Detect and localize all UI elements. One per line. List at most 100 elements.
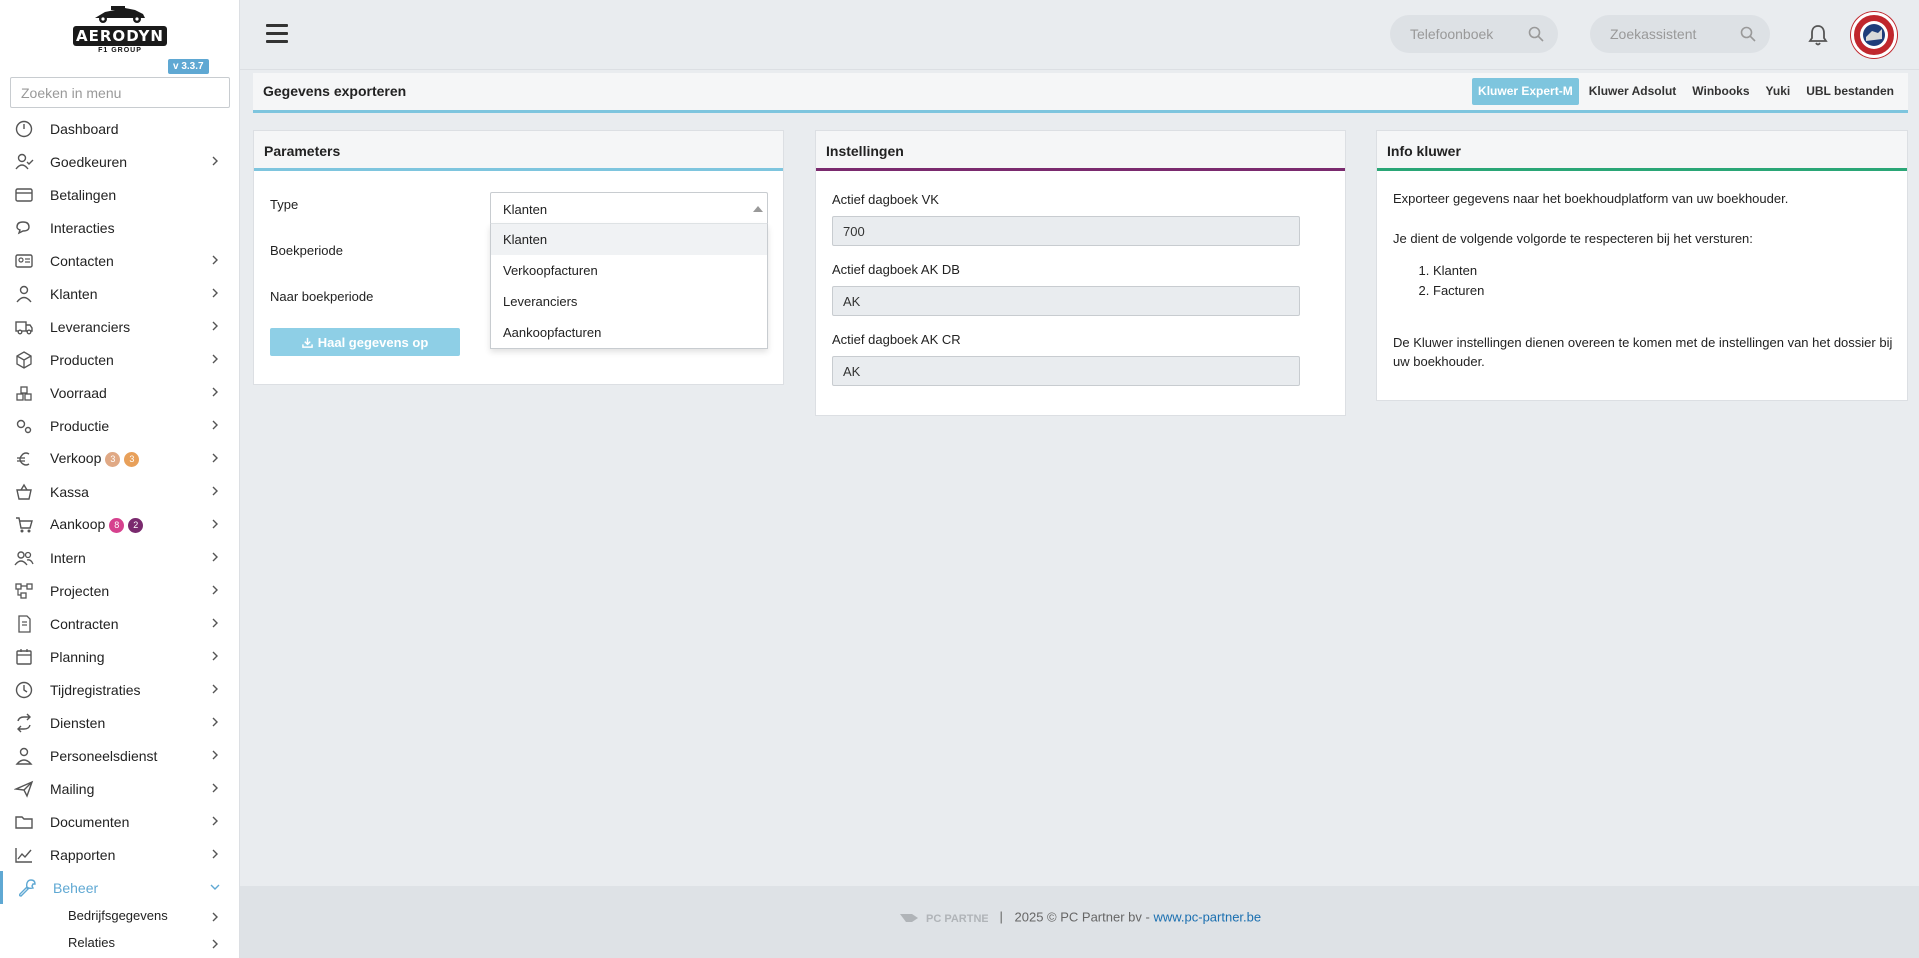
fetch-data-button[interactable]: Haal gegevens op (270, 328, 460, 356)
assistant-search[interactable] (1590, 15, 1770, 53)
sidebar-item-contracten[interactable]: Contracten (0, 607, 239, 640)
sidebar-item-label: Voorraad (50, 384, 107, 401)
sidebar-item-label: Tijdregistraties (50, 681, 141, 698)
sidebar-item-diensten[interactable]: Diensten (0, 706, 239, 739)
chevron-right-icon (212, 849, 218, 859)
page-title: Gegevens exporteren (263, 83, 407, 99)
chevron-right-icon (212, 486, 218, 496)
sidebar-item-goedkeuren[interactable]: Goedkeuren (0, 145, 239, 178)
type-select[interactable]: Klanten (490, 192, 768, 224)
svg-text:PC PARTNER: PC PARTNER (926, 913, 988, 925)
gears-icon (14, 416, 34, 436)
sidebar-item-verkoop[interactable]: Verkoop 3 3 (0, 442, 239, 475)
info-order-list: Klanten Facturen (1433, 261, 1484, 301)
dropdown-option-leveranciers[interactable]: Leveranciers (491, 286, 767, 317)
chevron-right-icon (212, 816, 218, 826)
sidebar-item-label: Kassa (50, 483, 89, 500)
to-period-label: Naar boekperiode (270, 289, 374, 304)
sidebar-item-label: Projecten (50, 582, 110, 599)
sidebar-item-planning[interactable]: Planning (0, 640, 239, 673)
sidebar-item-projecten[interactable]: Projecten (0, 574, 239, 607)
ak-cr-journal-input[interactable] (832, 356, 1300, 386)
sidebar-item-contacten[interactable]: Contacten (0, 244, 239, 277)
avatar-emblem-icon (1855, 16, 1893, 54)
vk-journal-input[interactable] (832, 216, 1300, 246)
chevron-right-icon (212, 255, 218, 265)
sidebar-item-label: Leveranciers (50, 318, 131, 335)
sidebar-item-klanten[interactable]: Klanten (0, 277, 239, 310)
menu-search-input[interactable] (10, 77, 230, 108)
info-order-item: Facturen (1433, 281, 1484, 301)
chevron-right-icon (212, 552, 218, 562)
chevron-right-icon (212, 717, 218, 727)
sidebar-item-interacties[interactable]: Interacties (0, 211, 239, 244)
sidebar-item-label: Betalingen (50, 186, 117, 203)
basket-icon (14, 482, 34, 502)
chevron-right-icon (212, 585, 218, 595)
sidebar-item-aankoop[interactable]: Aankoop 8 2 (0, 508, 239, 541)
tab-kluwer-adsolut[interactable]: Kluwer Adsolut (1583, 78, 1683, 105)
sidebar-item-label: Rapporten (50, 846, 116, 863)
truck-icon (14, 317, 34, 337)
info-card: Info kluwer Exporteer gegevens naar het … (1376, 130, 1908, 401)
hamburger-menu-icon[interactable] (266, 24, 288, 44)
sidebar-item-documenten[interactable]: Documenten (0, 805, 239, 838)
footer-website-link[interactable]: www.pc-partner.be (1153, 909, 1261, 924)
tab-kluwer-expert-m[interactable]: Kluwer Expert-M (1472, 78, 1579, 105)
count-badge: 3 (105, 452, 121, 467)
sidebar-item-producten[interactable]: Producten (0, 343, 239, 376)
sidebar-item-label: Contacten (50, 252, 114, 269)
sidebar-item-productie[interactable]: Productie (0, 409, 239, 442)
chevron-right-icon (212, 618, 218, 628)
download-icon (301, 337, 313, 348)
sidebar-item-label: Klanten (50, 285, 98, 302)
wrench-icon (17, 878, 37, 898)
chevron-right-icon (212, 420, 218, 430)
tab-yuki[interactable]: Yuki (1760, 78, 1797, 105)
sidebar-item-leveranciers[interactable]: Leveranciers (0, 310, 239, 343)
personnel-icon (14, 746, 34, 766)
sidebar-item-label: Contracten (50, 615, 119, 632)
phonebook-search[interactable] (1390, 15, 1558, 53)
vk-journal-label: Actief dagboek VK (832, 192, 939, 207)
user-avatar[interactable] (1851, 12, 1897, 58)
search-icon[interactable] (1740, 26, 1756, 42)
sidebar-subitem-bedrijfsgegevens[interactable]: Bedrijfsgegevens (0, 904, 239, 931)
sidebar-item-personeelsdienst[interactable]: Personeelsdienst (0, 739, 239, 772)
sidebar-item-tijdregistraties[interactable]: Tijdregistraties (0, 673, 239, 706)
sidebar-item-dashboard[interactable]: Dashboard (0, 112, 239, 145)
sidebar-item-betalingen[interactable]: Betalingen (0, 178, 239, 211)
sidebar-item-label: Diensten (50, 714, 106, 731)
info-order-item: Klanten (1433, 261, 1484, 281)
dropdown-option-klanten[interactable]: Klanten (491, 224, 767, 255)
sidebar-item-kassa[interactable]: Kassa (0, 475, 239, 508)
logo[interactable]: AERODYN F1 GROUP v 3.3.7 (0, 0, 239, 78)
bell-icon[interactable] (1806, 23, 1830, 47)
chevron-right-icon (212, 288, 218, 298)
caret-up-icon (753, 206, 763, 212)
dropdown-option-aankoopfacturen[interactable]: Aankoopfacturen (491, 317, 767, 348)
project-icon (14, 581, 34, 601)
sidebar-item-label: Verkoop 3 3 (50, 450, 140, 467)
footer-copyright: 2025 © PC Partner bv - (1014, 909, 1150, 925)
race-car-icon (95, 6, 145, 23)
sidebar-item-mailing[interactable]: Mailing (0, 772, 239, 805)
chart-line-icon (14, 845, 34, 865)
sidebar-item-beheer[interactable]: Beheer (0, 871, 239, 904)
euro-icon (14, 449, 34, 469)
sidebar-menu: Dashboard Goedkeuren Betalingen Interacties… (0, 112, 239, 958)
tab-winbooks[interactable]: Winbooks (1686, 78, 1755, 105)
search-icon[interactable] (1528, 26, 1544, 42)
sidebar-item-label: Personeelsdienst (50, 747, 158, 764)
ak-db-journal-input[interactable] (832, 286, 1300, 316)
dropdown-option-verkoopfacturen[interactable]: Verkoopfacturen (491, 255, 767, 286)
sidebar-item-voorraad[interactable]: Voorraad (0, 376, 239, 409)
sidebar-subitem-relaties[interactable]: Relaties (0, 931, 239, 958)
sidebar-item-rapporten[interactable]: Rapporten (0, 838, 239, 871)
sidebar-item-intern[interactable]: Intern (0, 541, 239, 574)
tab-ubl-bestanden[interactable]: UBL bestanden (1800, 78, 1900, 105)
settings-title: Instellingen (816, 131, 1345, 171)
info-order-text: Je dient de volgende volgorde te respect… (1393, 231, 1753, 246)
sidebar-item-label: Planning (50, 648, 105, 665)
chevron-right-icon (212, 453, 218, 463)
